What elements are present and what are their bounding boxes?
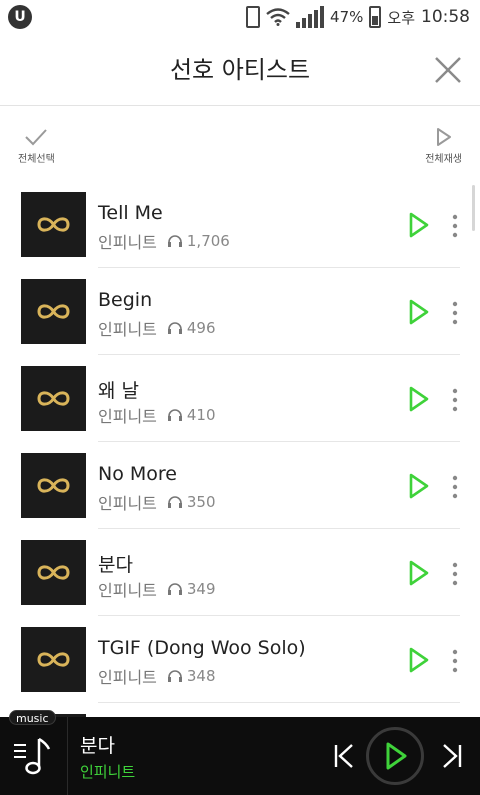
skip-previous-icon[interactable] [332, 741, 356, 771]
now-playing-title: 분다 [80, 735, 115, 757]
album-art [21, 453, 86, 518]
track-meta: 인피니트 1,706 [98, 229, 230, 253]
action-bar: 전체선택 전체재생 [0, 118, 480, 178]
listen-count: 496 [186, 319, 216, 337]
app-badge: U [8, 5, 32, 29]
infinity-logo-icon [37, 391, 70, 406]
more-vertical-icon[interactable] [445, 386, 465, 414]
header: 선호 아티스트 [0, 34, 480, 106]
album-art [21, 366, 86, 431]
play-all-button[interactable]: 전체재생 [425, 128, 462, 165]
play-icon[interactable] [408, 473, 430, 499]
listen-count: 350 [186, 493, 216, 511]
more-vertical-icon[interactable] [445, 647, 465, 675]
headphones-icon [167, 409, 182, 421]
headphones-icon [167, 235, 182, 247]
listen-count: 349 [186, 580, 216, 598]
track-meta: 인피니트 410 [98, 403, 216, 427]
play-icon[interactable] [408, 386, 430, 412]
album-art [21, 279, 86, 344]
headphones-icon [167, 670, 182, 682]
infinity-logo-icon [37, 217, 70, 232]
status-bar: U 47% 오후 10:58 [0, 0, 480, 34]
track-title: Begin [98, 289, 153, 311]
headphones-icon [167, 322, 182, 334]
battery-icon [369, 6, 382, 28]
list-item[interactable]: TGIF (Dong Woo Solo) 인피니트 348 [0, 617, 480, 703]
track-artist: 인피니트 [98, 581, 157, 600]
track-artist: 인피니트 [98, 494, 157, 513]
album-art [21, 627, 86, 692]
play-icon [386, 742, 407, 770]
track-artist: 인피니트 [98, 668, 157, 687]
track-title: Tell Me [98, 202, 163, 224]
divider [98, 702, 460, 703]
check-icon [25, 129, 48, 146]
page-title: 선호 아티스트 [169, 56, 311, 84]
scrollbar[interactable] [472, 185, 475, 231]
track-title: TGIF (Dong Woo Solo) [98, 637, 306, 659]
track-meta: 인피니트 349 [98, 577, 216, 601]
now-playing-artist: 인피니트 [80, 763, 136, 781]
track-artist: 인피니트 [98, 233, 157, 252]
select-all-label: 전체선택 [18, 154, 55, 165]
play-all-label: 전체재생 [425, 154, 462, 165]
track-title: No More [98, 463, 177, 485]
infinity-logo-icon [37, 565, 70, 580]
divider [98, 441, 460, 442]
divider [98, 615, 460, 616]
wifi-icon [266, 8, 290, 26]
status-icons: 47% 오후 10:58 [246, 0, 470, 34]
list-item[interactable]: Begin 인피니트 496 [0, 269, 480, 355]
headphones-icon [167, 583, 182, 595]
play-icon[interactable] [408, 299, 430, 325]
listen-count: 410 [186, 406, 216, 424]
play-button[interactable] [366, 727, 424, 785]
album-art [21, 192, 86, 257]
play-icon[interactable] [408, 647, 430, 673]
vibrate-phone-icon [246, 6, 261, 28]
list-item[interactable]: 왜 날 인피니트 410 [0, 356, 480, 442]
track-title: 왜 날 [98, 380, 139, 402]
ampm-label: 오후 [387, 8, 415, 27]
play-icon[interactable] [408, 560, 430, 586]
mini-player: 분다 인피니트 [0, 717, 480, 795]
headphones-icon [167, 496, 182, 508]
more-vertical-icon[interactable] [445, 212, 465, 240]
infinity-logo-icon [37, 304, 70, 319]
list-item[interactable]: No More 인피니트 350 [0, 443, 480, 529]
listen-count: 1,706 [186, 232, 230, 250]
play-icon[interactable] [408, 212, 430, 238]
infinity-logo-icon [37, 652, 70, 667]
divider [98, 267, 460, 268]
more-vertical-icon[interactable] [445, 299, 465, 327]
divider [98, 354, 460, 355]
list-item[interactable]: 분다 인피니트 349 [0, 530, 480, 616]
more-vertical-icon[interactable] [445, 560, 465, 588]
track-meta: 인피니트 496 [98, 316, 216, 340]
signal-icon [296, 6, 325, 28]
divider [98, 528, 460, 529]
track-title: 분다 [98, 554, 133, 576]
track-artist: 인피니트 [98, 407, 157, 426]
track-meta: 인피니트 348 [98, 664, 216, 688]
play-icon [436, 128, 451, 146]
battery-percent: 47% [330, 8, 364, 26]
more-vertical-icon[interactable] [445, 473, 465, 501]
divider [67, 717, 68, 795]
track-artist: 인피니트 [98, 320, 157, 339]
music-badge: music [9, 710, 56, 725]
infinity-logo-icon [37, 478, 70, 493]
skip-next-icon[interactable] [440, 741, 464, 771]
album-art [21, 540, 86, 605]
music-queue-icon[interactable] [12, 735, 54, 777]
list-item[interactable]: Tell Me 인피니트 1,706 [0, 182, 480, 268]
track-meta: 인피니트 350 [98, 490, 216, 514]
close-icon[interactable] [432, 54, 464, 86]
select-all-button[interactable]: 전체선택 [18, 128, 55, 165]
clock: 10:58 [421, 7, 470, 27]
listen-count: 348 [186, 667, 216, 685]
